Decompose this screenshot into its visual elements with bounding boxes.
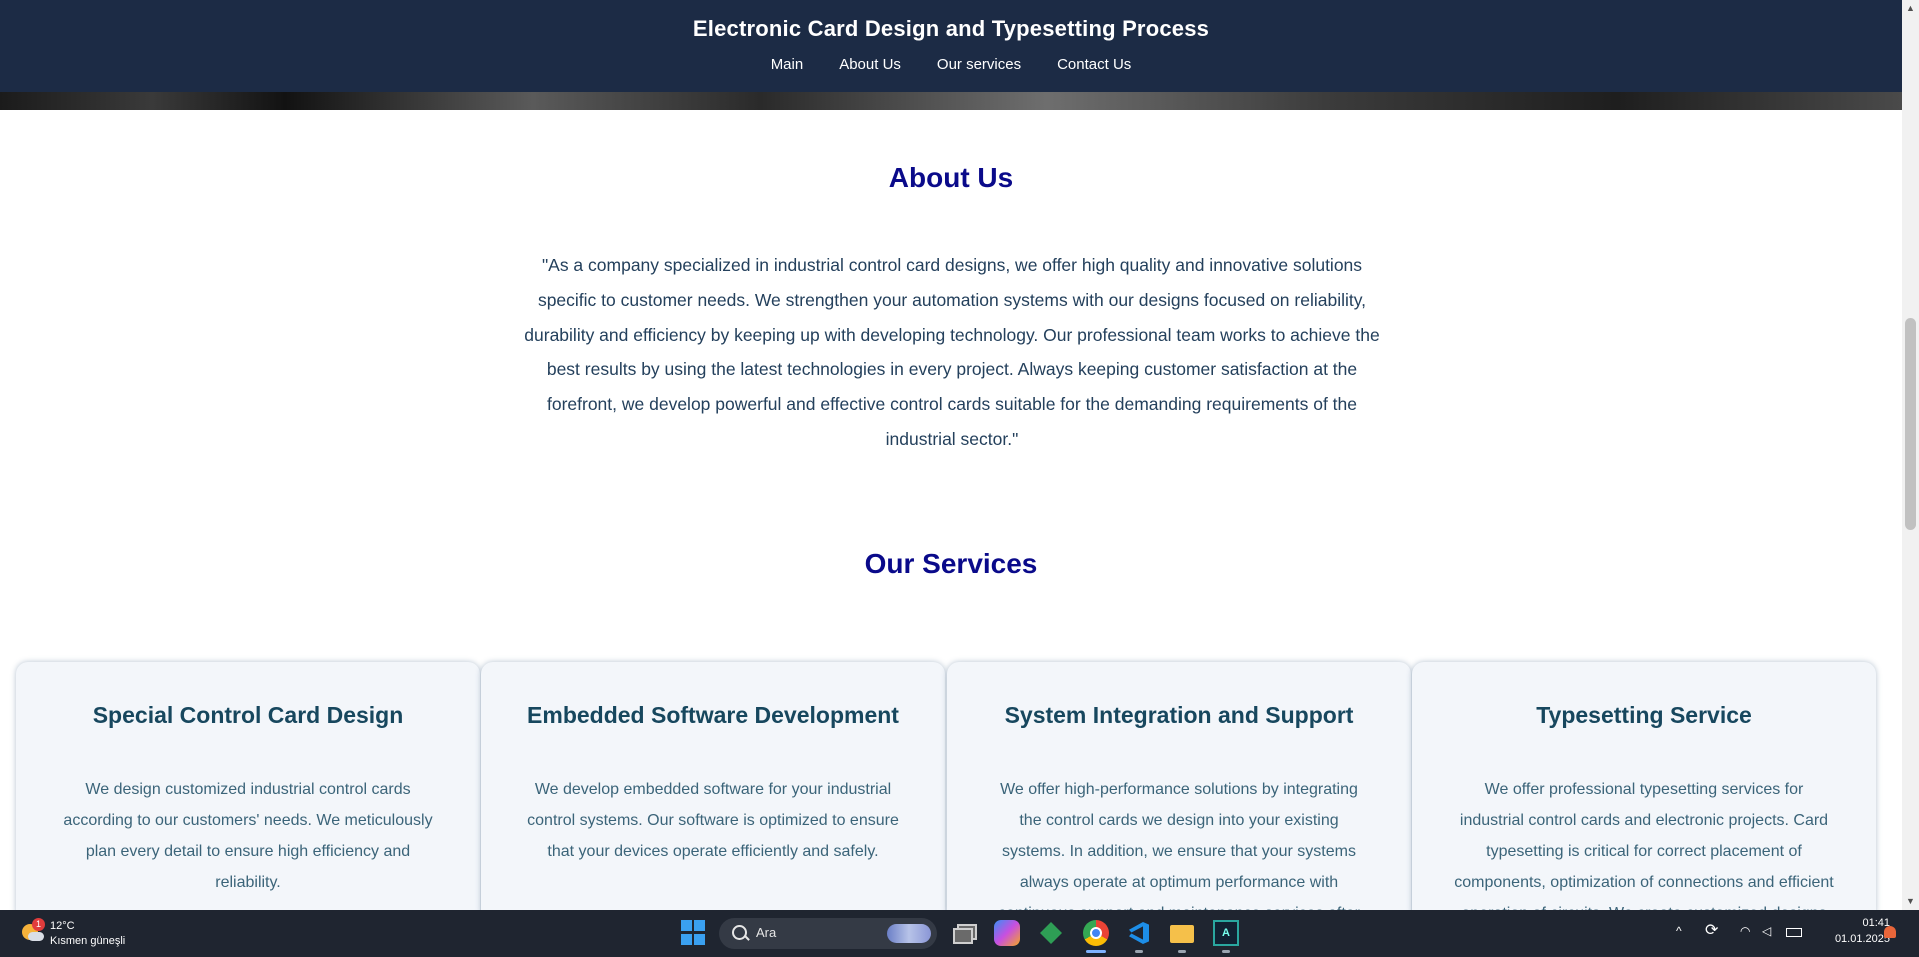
app-diamond-icon[interactable] — [1038, 920, 1064, 946]
clock-date[interactable]: 01.01.2025 — [1815, 933, 1890, 945]
sync-icon[interactable]: ⟳ — [1705, 920, 1718, 940]
scroll-thumb[interactable] — [1905, 318, 1916, 530]
active-indicator — [1086, 950, 1106, 953]
file-explorer-icon[interactable] — [1169, 920, 1195, 946]
service-card-title: Typesetting Service — [1536, 702, 1752, 728]
services-title: Our Services — [864, 548, 1038, 579]
site-title: Electronic Card Design and Typesetting P… — [692, 16, 1210, 41]
weather-widget[interactable]: 1 12°C Kısmen güneşli — [18, 918, 148, 950]
tray-chevron-icon[interactable]: ^ — [1676, 924, 1682, 938]
notification-bell-icon[interactable] — [1884, 926, 1896, 938]
search-icon — [732, 925, 747, 940]
service-card: System Integration and Support We offer … — [947, 662, 1411, 910]
service-card-text: We offer high-performance solutions by i… — [998, 781, 1360, 910]
cloud-icon — [28, 932, 44, 941]
about-title: About Us — [888, 162, 1014, 193]
service-card-title: Special Control Card Design — [92, 702, 404, 728]
windows-start-icon[interactable] — [681, 920, 707, 946]
notification-badge: 1 — [32, 918, 45, 931]
search-placeholder: Ara — [756, 925, 777, 940]
volume-icon[interactable]: ◁ — [1762, 924, 1771, 938]
chrome-icon[interactable] — [1083, 920, 1109, 946]
dictionary-app-icon[interactable]: A — [1213, 920, 1239, 946]
browser-viewport: Electronic Card Design and Typesetting P… — [0, 0, 1902, 910]
task-view-icon[interactable] — [950, 920, 977, 946]
nav-about-us[interactable]: About Us — [839, 56, 901, 73]
taskbar: 1 12°C Kısmen güneşli Ara A ^ ⟳ ◠ ◁ 01:4… — [0, 910, 1919, 957]
battery-icon[interactable] — [1786, 928, 1802, 937]
service-card-title: Embedded Software Development — [527, 702, 899, 728]
service-card: Embedded Software Development We develop… — [481, 662, 945, 910]
open-indicator — [1222, 950, 1230, 953]
service-card-text: We design customized industrial control … — [63, 781, 433, 891]
wifi-icon[interactable]: ◠ — [1740, 924, 1750, 938]
about-text: "As a company specialized in industrial … — [524, 255, 1380, 449]
copilot-icon[interactable] — [994, 920, 1020, 946]
scroll-up-arrow-icon[interactable]: ▲ — [1902, 0, 1919, 17]
vscode-icon[interactable] — [1126, 920, 1152, 946]
service-card: Special Control Card Design We design cu… — [16, 662, 480, 910]
weather-temperature: 12°C — [50, 920, 75, 932]
service-card: Typesetting Service We offer professiona… — [1412, 662, 1876, 910]
vertical-scrollbar[interactable]: ▲ ▼ — [1902, 0, 1919, 910]
nav-our-services[interactable]: Our services — [937, 56, 1021, 73]
open-indicator — [1178, 950, 1186, 953]
search-highlight-icon — [887, 924, 931, 943]
service-card-text: We develop embedded software for your in… — [527, 781, 899, 860]
service-card-text: We offer professional typesetting servic… — [1454, 781, 1834, 910]
taskbar-search[interactable]: Ara — [719, 918, 937, 949]
services-cards: Special Control Card Design We design cu… — [16, 662, 1888, 910]
site-header: Electronic Card Design and Typesetting P… — [0, 0, 1902, 92]
main-nav: Main About Us Our services Contact Us — [0, 56, 1902, 73]
open-indicator — [1135, 950, 1143, 953]
nav-contact-us[interactable]: Contact Us — [1057, 56, 1131, 73]
weather-condition: Kısmen güneşli — [50, 935, 126, 947]
clock-time[interactable]: 01:41 — [1840, 917, 1890, 929]
service-card-title: System Integration and Support — [1004, 702, 1354, 728]
scroll-down-arrow-icon[interactable]: ▼ — [1902, 893, 1919, 910]
nav-main[interactable]: Main — [771, 56, 804, 73]
